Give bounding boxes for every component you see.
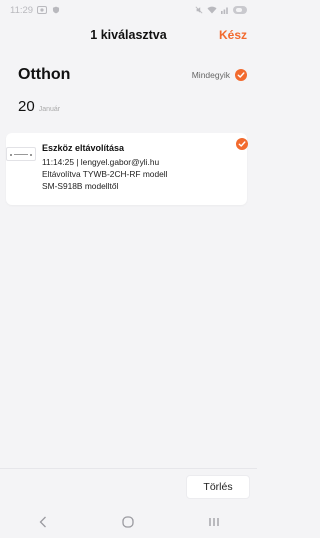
recents-icon [209,518,219,526]
wifi-icon [207,6,217,14]
event-title: Eszköz eltávolítása [42,143,125,153]
select-all-label: Mindegyik [191,70,230,80]
app-bar: 1 kiválasztva Kész [0,24,257,46]
home-circle-icon [122,516,135,528]
select-all-check-icon[interactable] [235,69,247,81]
nav-home-button[interactable] [108,510,148,534]
date-day: 20 [18,98,35,115]
thumbnail-dot [30,154,32,156]
event-select-check-icon[interactable] [236,138,248,150]
delete-button[interactable]: Törlés [186,475,250,499]
shield-icon [53,6,60,14]
home-title: Otthon [18,66,71,83]
checkmark-icon [237,72,245,78]
event-detail-line1: Eltávolítva TYWB-2CH-RF modell [42,169,168,179]
event-time-user: 11:14:25 | lengyel.gabor@yli.hu [42,157,160,167]
nav-recents-button[interactable] [194,510,234,534]
status-time: 11:29 [10,4,34,16]
thumbnail-dot [10,154,12,156]
action-bar: Törlés [0,468,257,502]
nav-back-button[interactable] [23,510,63,534]
status-bar: 11:29 [0,0,257,20]
device-thumbnail [6,147,36,161]
chevron-left-icon [39,516,46,528]
system-nav-bar [0,506,257,538]
battery-icon [233,6,247,14]
event-detail-line2: SM-S918B modelltől [42,181,119,191]
select-all-toggle[interactable]: Mindegyik [192,69,247,81]
home-header: Otthon Mindegyik [18,64,247,86]
status-bar-right [194,6,247,14]
event-card[interactable]: Eszköz eltávolítása 11:14:25 | lengyel.g… [6,133,248,205]
checkmark-icon [238,141,246,147]
date-group-header: 20 Január [18,98,60,115]
event-text: Eszköz eltávolítása 11:14:25 | lengyel.g… [42,143,222,192]
signal-icon [221,7,228,14]
status-bar-left: 11:29 [10,5,61,16]
thumbnail-line [14,153,28,155]
date-month: Január [38,106,61,113]
mute-icon [195,6,203,14]
media-icon [37,6,48,14]
done-button[interactable]: Kész [219,28,247,42]
